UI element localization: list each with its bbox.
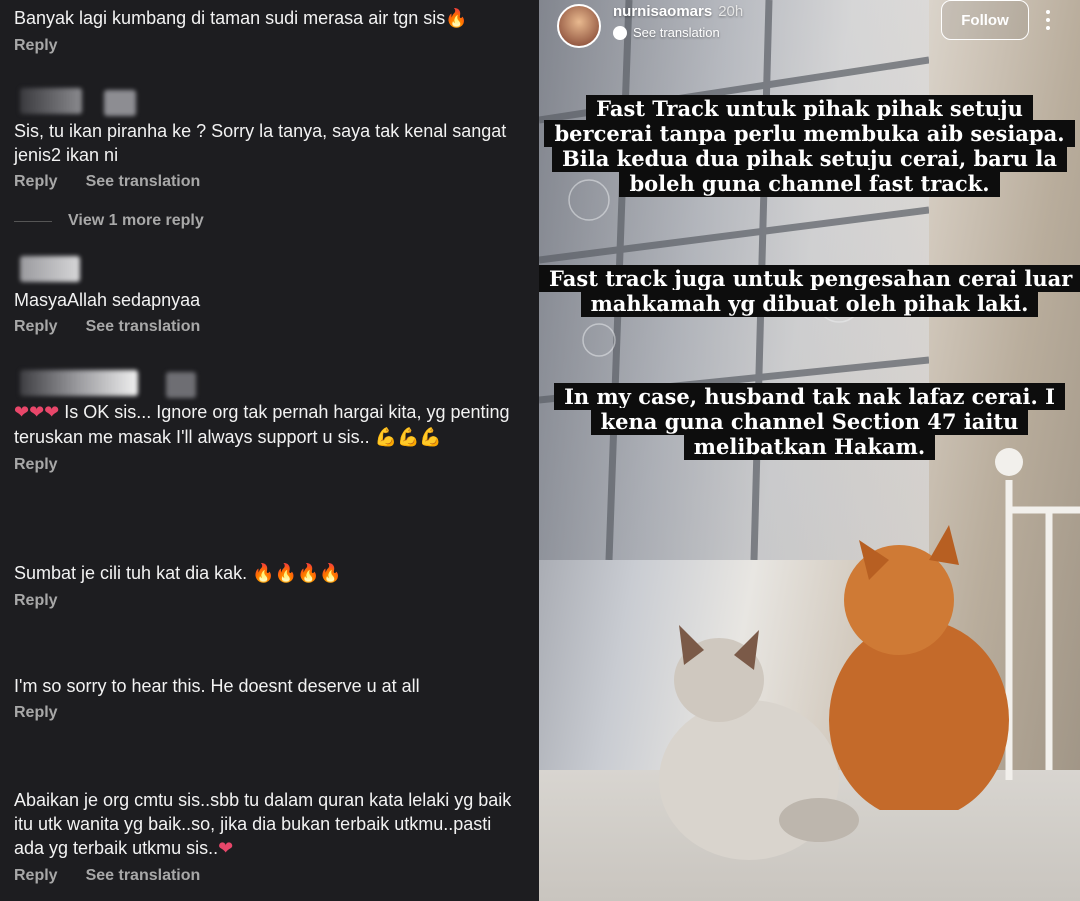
see-translation-label: See translation (633, 25, 720, 40)
comment-text: ❤❤❤ Is OK sis... Ignore org tak pernah h… (14, 400, 524, 450)
comment-item: Abaikan je org cmtu sis..sbb tu dalam qu… (14, 788, 524, 885)
divider (14, 220, 52, 222)
comment-item: MasyaAllah sedapnyaa Reply See translatio… (14, 288, 524, 336)
story-header: nurnisaomars 20h See translation Follow (539, 0, 1080, 50)
heart-emoji: ❤ (218, 838, 234, 859)
reply-button[interactable]: Reply (14, 704, 58, 722)
see-translation-link[interactable]: See translation (86, 173, 201, 191)
profile-avatar[interactable] (557, 4, 601, 48)
comment-body: I'm so sorry to hear this. He doesnt des… (14, 676, 420, 696)
reply-button[interactable]: Reply (14, 867, 58, 885)
story-username[interactable]: nurnisaomars 20h (613, 3, 743, 20)
flexed-biceps-emoji: 💪💪💪 (374, 427, 442, 448)
more-options-icon[interactable] (1043, 8, 1053, 34)
story-caption-text: Fast track juga untuk pengesahan cerai l… (539, 265, 1080, 317)
story-caption-2: Fast track juga untuk pengesahan cerai l… (539, 265, 1080, 317)
view-more-replies[interactable]: View 1 more reply (14, 212, 204, 230)
comment-body: Banyak lagi kumbang di taman sudi merasa… (14, 8, 446, 28)
comment-item: I'm so sorry to hear this. He doesnt des… (14, 674, 524, 722)
comments-panel: Banyak lagi kumbang di taman sudi merasa… (0, 0, 539, 901)
story-caption-text: Fast Track untuk pihak pihak setuju berc… (544, 95, 1075, 197)
username-label: nurnisaomars (613, 3, 713, 20)
fire-emoji: 🔥🔥🔥🔥 (252, 563, 342, 584)
reply-button[interactable]: Reply (14, 37, 58, 55)
see-translation-link[interactable]: See translation (86, 318, 201, 336)
view-more-label: View 1 more reply (68, 212, 204, 229)
redacted-username (166, 372, 196, 398)
comment-body: Sumbat je cili tuh kat dia kak. (14, 563, 248, 583)
story-timestamp: 20h (718, 3, 744, 20)
comment-text: Banyak lagi kumbang di taman sudi merasa… (14, 6, 524, 31)
white-cat (659, 625, 859, 860)
comment-body: MasyaAllah sedapnyaa (14, 290, 201, 310)
comment-body: Sis, tu ikan piranha ke ? Sorry la tanya… (14, 121, 507, 165)
translate-icon (613, 25, 627, 40)
comment-item: Sumbat je cili tuh kat dia kak. 🔥🔥🔥🔥 Rep… (14, 561, 524, 610)
fire-emoji: 🔥 (445, 8, 468, 29)
redacted-username (20, 370, 138, 396)
story-caption-3: In my case, husband tak nak lafaz cerai.… (539, 383, 1080, 460)
story-caption-1: Fast Track untuk pihak pihak setuju berc… (539, 95, 1080, 197)
redacted-username (20, 88, 82, 114)
comment-text: Abaikan je org cmtu sis..sbb tu dalam qu… (14, 788, 524, 861)
reply-button[interactable]: Reply (14, 173, 58, 191)
reply-button[interactable]: Reply (14, 318, 58, 336)
reply-button[interactable]: Reply (14, 592, 58, 610)
story-viewer[interactable]: Fast Track untuk pihak pihak setuju berc… (539, 0, 1080, 901)
see-translation-link[interactable]: See translation (86, 867, 201, 885)
see-translation-button[interactable]: See translation (613, 25, 720, 40)
story-caption-text: In my case, husband tak nak lafaz cerai.… (554, 383, 1065, 460)
comment-item: ❤❤❤ Is OK sis... Ignore org tak pernah h… (14, 400, 524, 474)
comment-item: Banyak lagi kumbang di taman sudi merasa… (14, 6, 524, 55)
comment-text: Sumbat je cili tuh kat dia kak. 🔥🔥🔥🔥 (14, 561, 524, 586)
redacted-username (104, 90, 136, 116)
redacted-username (20, 256, 80, 282)
reply-button[interactable]: Reply (14, 456, 58, 474)
heart-emoji: ❤❤❤ (14, 402, 60, 423)
follow-button[interactable]: Follow (941, 0, 1029, 40)
comment-item: Sis, tu ikan piranha ke ? Sorry la tanya… (14, 119, 524, 191)
comment-body: Abaikan je org cmtu sis..sbb tu dalam qu… (14, 790, 512, 858)
